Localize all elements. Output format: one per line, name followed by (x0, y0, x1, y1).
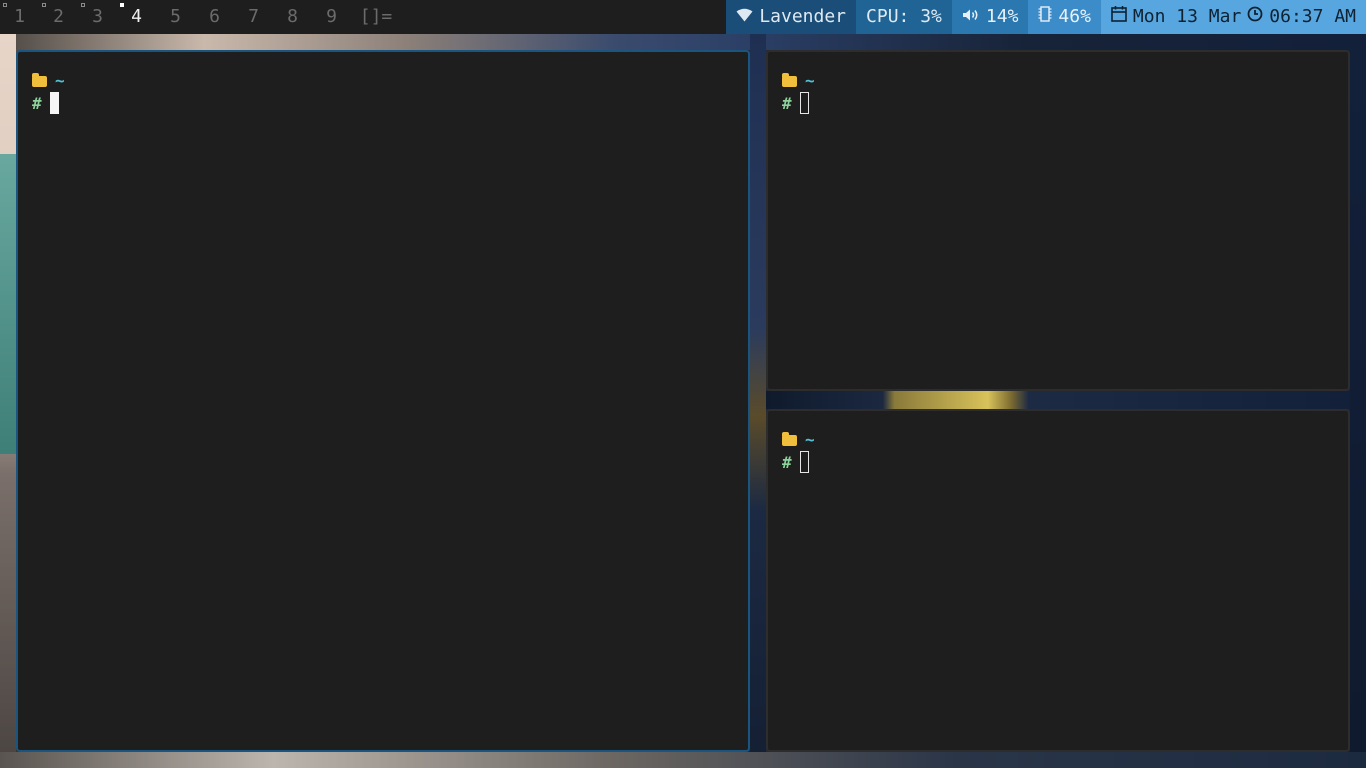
wallpaper-bottom-edge (0, 752, 1366, 768)
tag-label: 4 (131, 6, 142, 27)
calendar-icon (1111, 0, 1127, 34)
cpu-usage-label: CPU: 3% (866, 6, 942, 27)
tag-3[interactable]: 3 (78, 0, 117, 34)
tag-1[interactable]: 1 (0, 0, 39, 34)
layout-indicator[interactable]: []= (351, 0, 401, 34)
tag-occupied-indicator (3, 3, 7, 7)
tag-list: 1 2 3 4 5 6 7 8 9 []= (0, 0, 401, 34)
cpu-usage: CPU: 3% (856, 0, 952, 34)
bar-title-area (401, 0, 726, 34)
tag-7[interactable]: 7 (234, 0, 273, 34)
tag-5[interactable]: 5 (156, 0, 195, 34)
time-label: 06:37 AM (1269, 6, 1356, 27)
folder-icon (782, 72, 797, 87)
wallpaper-middle-gap (766, 391, 1350, 409)
terminal-prompt-line[interactable]: # (32, 92, 59, 114)
terminal-prompt-line[interactable]: # (782, 92, 809, 114)
wifi-status[interactable]: Lavender (726, 0, 857, 34)
tag-occupied-indicator (81, 3, 85, 7)
tag-label: 9 (326, 6, 337, 27)
wifi-icon (736, 0, 753, 34)
speaker-icon (962, 0, 980, 34)
memory-chip-icon (1038, 0, 1052, 34)
wifi-network-name: Lavender (759, 6, 847, 27)
terminal-prompt-symbol: # (782, 93, 792, 113)
memory-usage: 46% (1028, 0, 1101, 34)
tag-label: 6 (209, 6, 220, 27)
tag-6[interactable]: 6 (195, 0, 234, 34)
status-bar: 1 2 3 4 5 6 7 8 9 []= Lavender CPU: 3% 1… (0, 0, 1366, 34)
tag-label: 7 (248, 6, 259, 27)
date-label: Mon 13 Mar (1132, 6, 1242, 27)
clock-icon (1247, 0, 1263, 34)
volume-status[interactable]: 14% (951, 0, 1029, 34)
terminal-cwd-line: ~ (32, 70, 65, 90)
tag-label: 3 (92, 6, 103, 27)
tag-label: 2 (53, 6, 64, 27)
terminal-window-master[interactable]: ~ # (16, 50, 750, 752)
wallpaper-gap (750, 34, 766, 768)
terminal-cursor (799, 92, 809, 114)
tag-occupied-indicator (42, 3, 46, 7)
volume-level: 14% (985, 6, 1019, 27)
terminal-cursor (799, 451, 809, 473)
terminal-cwd-line: ~ (782, 429, 815, 449)
tag-label: 1 (14, 6, 25, 27)
terminal-prompt-line[interactable]: # (782, 451, 809, 473)
memory-usage-label: 46% (1058, 6, 1091, 27)
tag-label: 5 (170, 6, 181, 27)
date-time[interactable]: Mon 13 Mar 06:37 AM (1100, 0, 1366, 34)
terminal-cwd-line: ~ (782, 70, 815, 90)
terminal-window-stack-top[interactable]: ~ # (766, 50, 1350, 391)
terminal-prompt-symbol: # (32, 93, 42, 113)
wallpaper-left-edge (0, 34, 16, 768)
terminal-cwd: ~ (805, 429, 815, 449)
terminal-prompt-symbol: # (782, 452, 792, 472)
tag-9[interactable]: 9 (312, 0, 351, 34)
wallpaper (0, 34, 1366, 50)
wallpaper-right-edge (1350, 34, 1366, 768)
terminal-cwd: ~ (55, 70, 65, 90)
tag-4[interactable]: 4 (117, 0, 156, 34)
tag-2[interactable]: 2 (39, 0, 78, 34)
tag-8[interactable]: 8 (273, 0, 312, 34)
tag-label: 8 (287, 6, 298, 27)
folder-icon (782, 431, 797, 446)
folder-icon (32, 72, 47, 87)
tag-occupied-indicator (120, 3, 124, 7)
terminal-cursor (49, 92, 59, 114)
terminal-cwd: ~ (805, 70, 815, 90)
terminal-window-stack-bottom[interactable]: ~ # (766, 409, 1350, 752)
